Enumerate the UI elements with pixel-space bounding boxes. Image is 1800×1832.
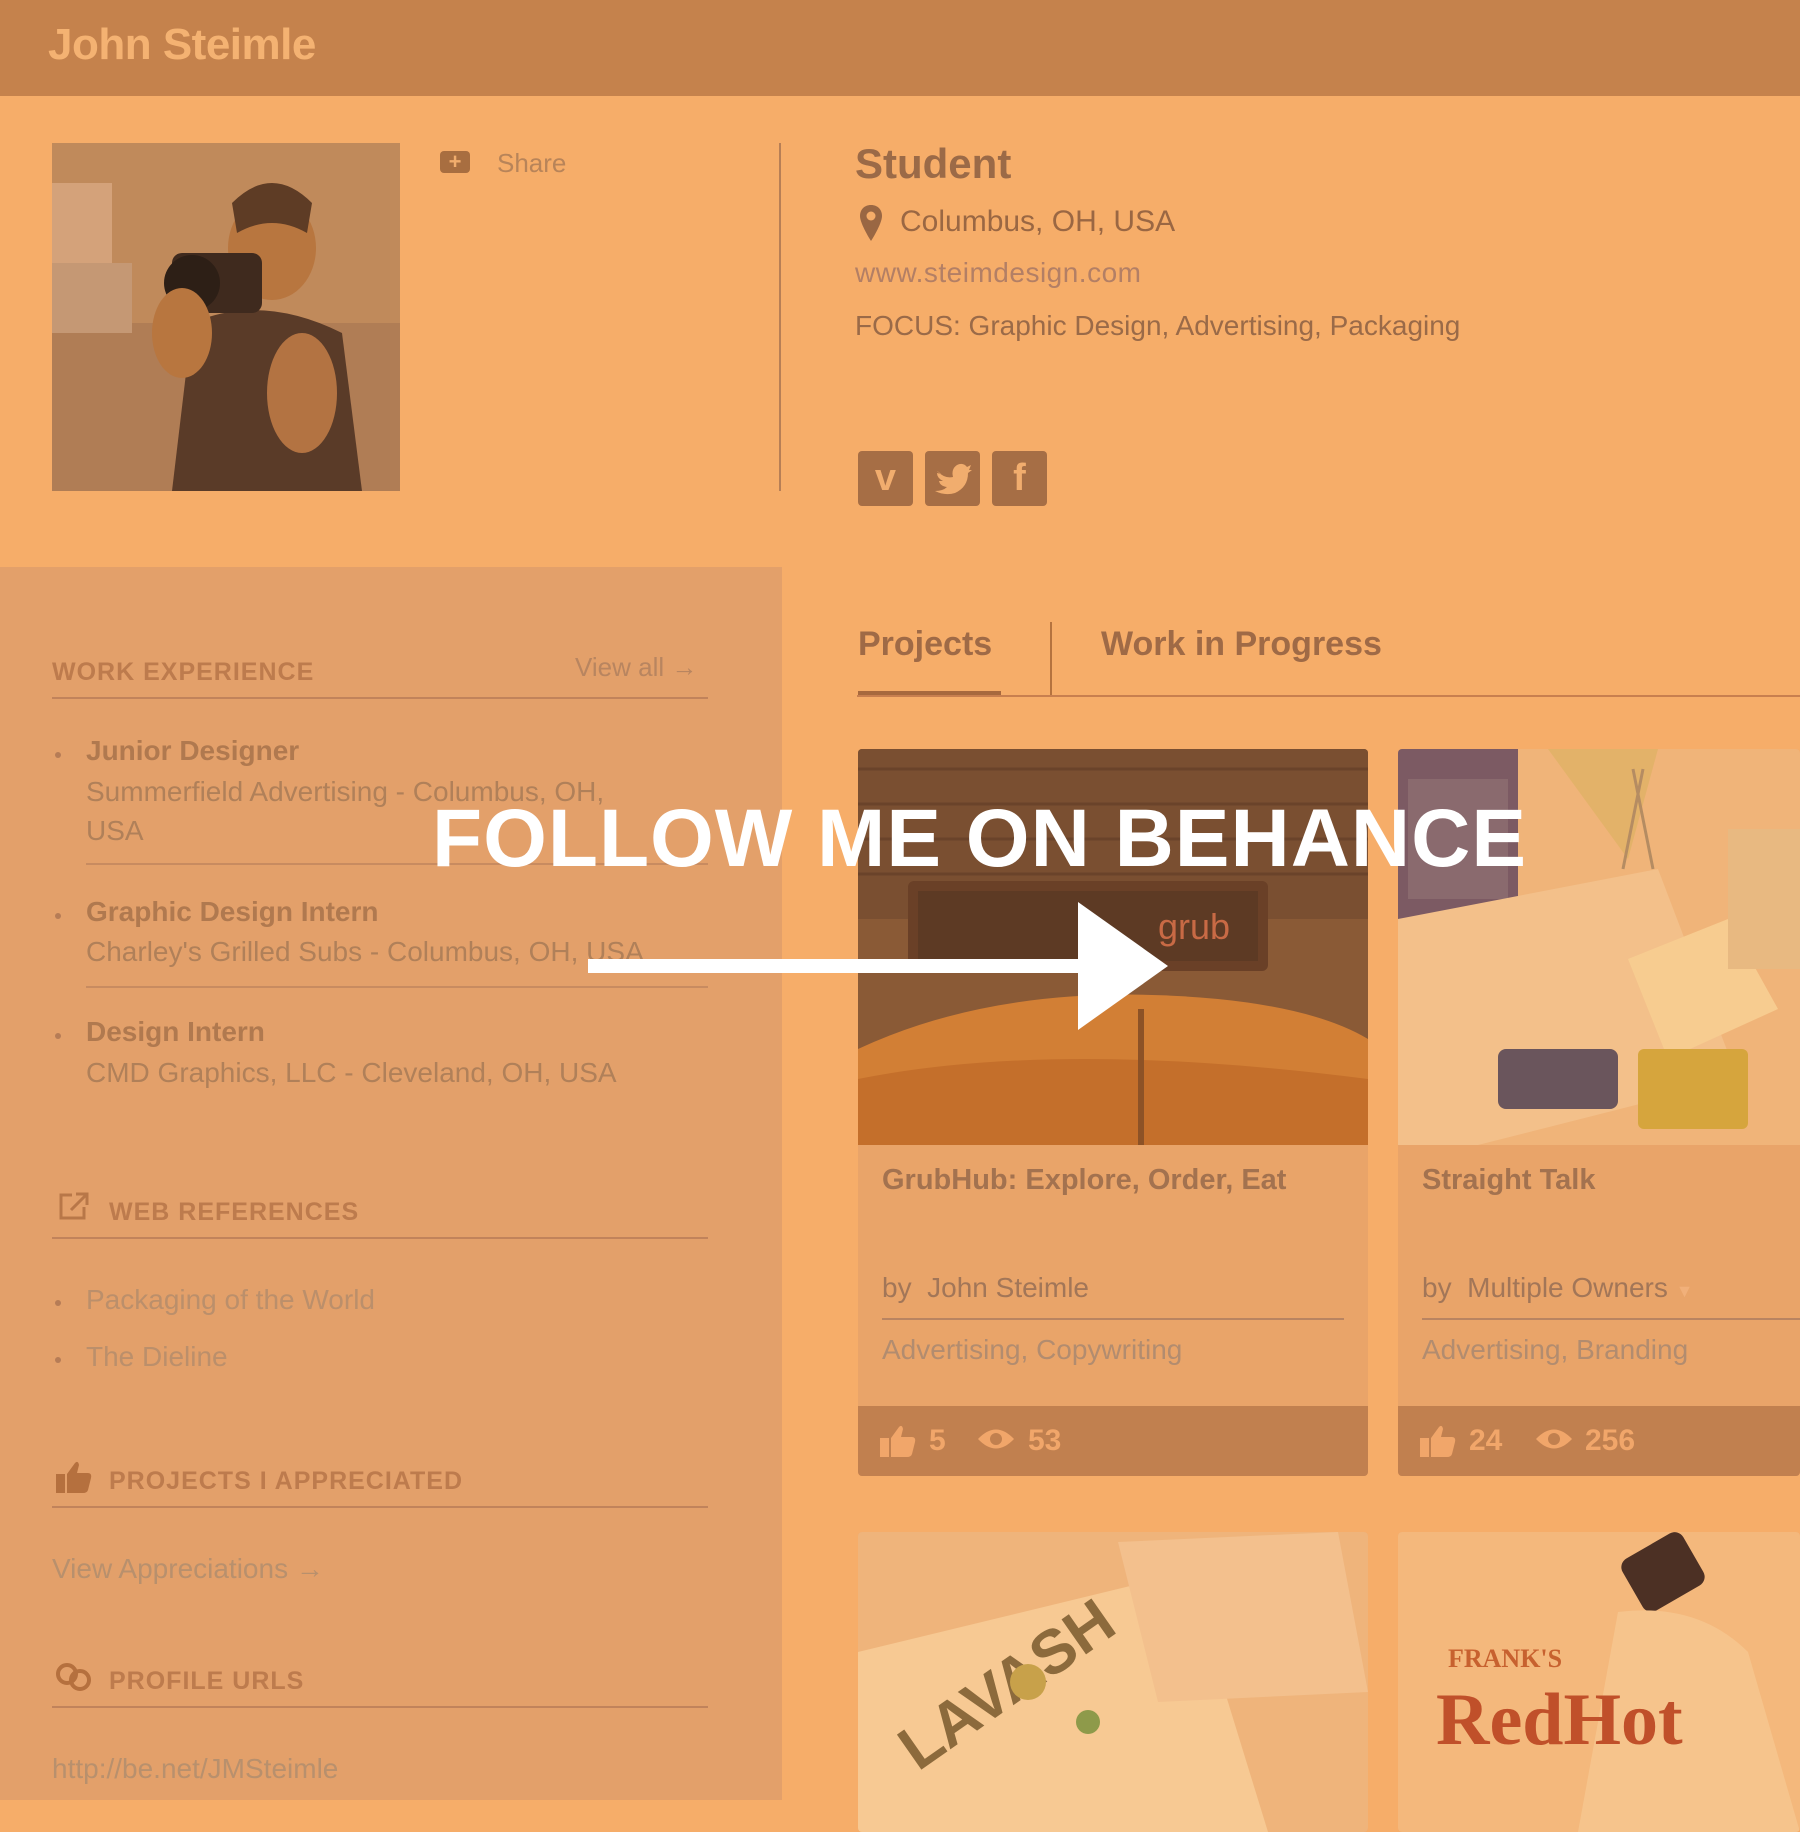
owner-link[interactable]: John Steimle: [927, 1272, 1089, 1303]
profile-role: Student: [855, 140, 1012, 187]
bullet: [55, 1357, 61, 1363]
view-all-link[interactable]: View all →: [575, 652, 697, 683]
follow-banner-text: FOLLOW ME ON BEHANCE: [432, 793, 1528, 884]
svg-text:grub: grub: [1158, 906, 1230, 947]
section-divider: [52, 1706, 708, 1708]
eye-icon: [976, 1424, 1016, 1459]
project-fields: Advertising, Branding: [1422, 1334, 1689, 1365]
section-divider: [52, 697, 708, 699]
arrow-right-icon: [588, 902, 1168, 1035]
bullet: [55, 1033, 61, 1039]
profile-divider: [779, 143, 781, 491]
twitter-icon[interactable]: [925, 451, 980, 506]
vimeo-icon[interactable]: v: [858, 451, 913, 506]
project-stats: 24 256: [1398, 1406, 1800, 1476]
profile-location: Columbus, OH, USA: [900, 205, 1176, 238]
location-pin-icon: [860, 205, 882, 246]
profile-url-link[interactable]: http://be.net/JMSteimle: [52, 1753, 338, 1785]
job-title[interactable]: Design Intern: [86, 1016, 265, 1048]
job-company-cont: USA: [86, 815, 144, 846]
view-appreciations-link[interactable]: View Appreciations →: [52, 1553, 324, 1585]
thumbs-up-icon: [1420, 1424, 1456, 1463]
web-reference-link[interactable]: The Dieline: [86, 1341, 228, 1373]
section-divider: [52, 1506, 708, 1508]
owner-link[interactable]: Multiple Owners: [1467, 1272, 1668, 1303]
avatar[interactable]: [52, 143, 400, 491]
plus-icon[interactable]: +: [440, 151, 470, 173]
by-prefix: by: [1422, 1272, 1452, 1303]
project-owner: by Multiple Owners ▼: [1422, 1272, 1693, 1304]
project-title[interactable]: GrubHub: Explore, Order, Eat: [882, 1164, 1286, 1197]
card-divider: [1422, 1318, 1800, 1320]
project-thumbnail[interactable]: FRANK'S RedHot: [1398, 1532, 1800, 1832]
by-prefix: by: [882, 1272, 912, 1303]
job-company: CMD Graphics, LLC - Cleveland, OH, USA: [86, 1057, 617, 1088]
profile-website-link[interactable]: www.steimdesign.com: [855, 257, 1141, 289]
work-experience-title: WORK EXPERIENCE: [52, 658, 315, 686]
card-divider: [882, 1318, 1344, 1320]
share-link[interactable]: Share: [497, 148, 566, 179]
facebook-icon[interactable]: f: [992, 451, 1047, 506]
project-owner: by John Steimle: [882, 1272, 1089, 1304]
bullet: [55, 1300, 61, 1306]
thumbs-up-icon: [880, 1424, 916, 1463]
job-title[interactable]: Graphic Design Intern: [86, 896, 379, 928]
external-link-icon: [58, 1191, 90, 1226]
job-title[interactable]: Junior Designer: [86, 735, 299, 767]
bullet: [55, 752, 61, 758]
chevron-down-icon[interactable]: ▼: [1676, 1281, 1694, 1301]
project-card[interactable]: LAVASH: [858, 1532, 1368, 1832]
project-card[interactable]: FRANK'S RedHot: [1398, 1532, 1800, 1832]
profile-name: John Steimle: [48, 20, 316, 69]
tabs-underline: [857, 695, 1800, 697]
chain-link-icon: [54, 1660, 94, 1699]
views-count: 53: [1028, 1424, 1062, 1457]
profile-urls-title: PROFILE URLS: [109, 1667, 305, 1695]
project-thumbnail[interactable]: LAVASH: [858, 1532, 1368, 1832]
svg-text:FRANK'S: FRANK'S: [1448, 1644, 1562, 1673]
views-count: 256: [1585, 1424, 1636, 1457]
project-title[interactable]: Straight Talk: [1422, 1164, 1596, 1197]
tab-projects[interactable]: Projects: [858, 625, 992, 664]
profile-focus: FOCUS: Graphic Design, Advertising, Pack…: [855, 310, 1461, 341]
bullet: [55, 913, 61, 919]
tab-separator: [1050, 622, 1052, 697]
svg-text:RedHot: RedHot: [1436, 1679, 1683, 1761]
section-divider: [52, 1237, 708, 1239]
web-reference-link[interactable]: Packaging of the World: [86, 1284, 375, 1316]
job-company: Charley's Grilled Subs - Columbus, OH, U…: [86, 936, 644, 967]
tab-work-in-progress[interactable]: Work in Progress: [1101, 625, 1382, 664]
thumbs-up-icon: [56, 1460, 92, 1499]
likes-count: 5: [929, 1424, 946, 1457]
projects-appreciated-title: PROJECTS I APPRECIATED: [109, 1467, 463, 1495]
project-fields: Advertising, Copywriting: [882, 1334, 1183, 1365]
top-bar: John Steimle: [0, 0, 1800, 96]
likes-count: 24: [1469, 1424, 1503, 1457]
project-stats: 5 53: [858, 1406, 1368, 1476]
web-references-title: WEB REFERENCES: [109, 1198, 360, 1226]
avatar-photo: [52, 143, 400, 491]
eye-icon: [1534, 1424, 1574, 1459]
tab-active-indicator: [858, 691, 1001, 695]
